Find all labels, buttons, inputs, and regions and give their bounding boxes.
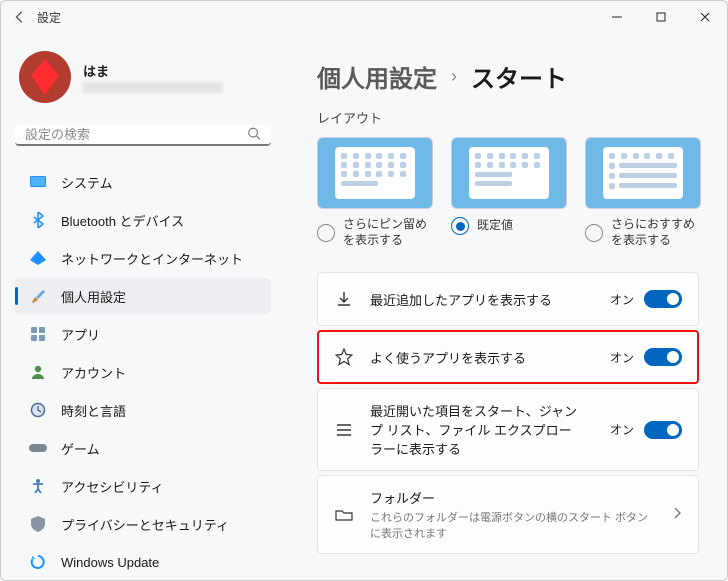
setting-folders[interactable]: フォルダーこれらのフォルダーは電源ボタンの横のスタート ボタンに表示されます (317, 475, 699, 554)
breadcrumb: 個人用設定 › スタート (317, 59, 699, 94)
setting-recent-items[interactable]: 最近開いた項目をスタート、ジャンプ リスト、ファイル エクスプローラーに表示する… (317, 388, 699, 471)
nav-label: システム (61, 173, 113, 192)
search-box[interactable] (15, 125, 271, 146)
settings-list: 最近追加したアプリを表示する オン よく使うアプリを表示する オン 最近開いた項… (317, 272, 699, 554)
nav-time[interactable]: 時刻と言語 (15, 392, 271, 428)
breadcrumb-parent[interactable]: 個人用設定 (317, 59, 437, 94)
folder-icon (334, 508, 354, 522)
layout-option-more-pins[interactable]: さらにピン留めを表示する (317, 137, 433, 248)
nav-bluetooth[interactable]: Bluetooth とデバイス (15, 202, 271, 238)
toggle[interactable] (644, 290, 682, 308)
minimize-button[interactable] (595, 2, 639, 32)
setting-title: よく使うアプリを表示する (370, 348, 594, 367)
setting-most-used[interactable]: よく使うアプリを表示する オン (317, 330, 699, 384)
nav-label: アクセシビリティ (61, 477, 164, 496)
toggle[interactable] (644, 348, 682, 366)
page-title: スタート (471, 59, 567, 94)
setting-sub: これらのフォルダーは電源ボタンの横のスタート ボタンに表示されます (370, 509, 656, 541)
radio-label: さらにピン留めを表示する (343, 217, 433, 248)
maximize-button[interactable] (639, 2, 683, 32)
layout-tile (585, 137, 701, 209)
section-layout-label: レイアウト (317, 108, 699, 127)
nav-label: 個人用設定 (61, 287, 126, 306)
gaming-icon (29, 439, 47, 457)
setting-recently-added[interactable]: 最近追加したアプリを表示する オン (317, 272, 699, 326)
radio-label: 既定値 (477, 218, 513, 234)
profile[interactable]: はま (15, 51, 271, 103)
radio[interactable] (585, 224, 603, 242)
chevron-right-icon: › (451, 66, 457, 87)
back-button[interactable] (13, 10, 27, 24)
nav-apps[interactable]: アプリ (15, 316, 271, 352)
toggle-state: オン (610, 421, 634, 438)
accessibility-icon (29, 477, 47, 495)
nav-system[interactable]: システム (15, 164, 271, 200)
search-input[interactable] (15, 125, 271, 144)
nav-label: プライバシーとセキュリティ (61, 515, 229, 534)
clock-icon (29, 401, 47, 419)
nav-label: 時刻と言語 (61, 401, 126, 420)
star-icon (334, 348, 354, 366)
profile-email (83, 82, 223, 93)
nav-label: Windows Update (61, 555, 159, 570)
nav-label: Bluetooth とデバイス (61, 211, 184, 230)
nav: システム Bluetooth とデバイス ネットワークとインターネット 個人用設… (15, 164, 271, 580)
toggle-state: オン (610, 349, 634, 366)
download-icon (334, 290, 354, 308)
nav-update[interactable]: Windows Update (15, 544, 271, 580)
avatar (19, 51, 71, 103)
layout-option-more-recs[interactable]: さらにおすすめを表示する (585, 137, 701, 248)
system-icon (29, 173, 47, 191)
nav-accessibility[interactable]: アクセシビリティ (15, 468, 271, 504)
content: 個人用設定 › スタート レイアウト さらにピン留めを表示する 既定値 さらにお… (281, 33, 727, 580)
nav-label: ネットワークとインターネット (61, 249, 243, 268)
nav-accounts[interactable]: アカウント (15, 354, 271, 390)
chevron-right-icon (672, 506, 682, 523)
radio[interactable] (451, 217, 469, 235)
toggle-state: オン (610, 291, 634, 308)
nav-privacy[interactable]: プライバシーとセキュリティ (15, 506, 271, 542)
window-title: 設定 (37, 9, 61, 26)
wifi-icon (29, 249, 47, 267)
nav-label: アプリ (61, 325, 100, 344)
sidebar: はま システム Bluetooth とデバイス ネットワークとインターネット 個… (1, 33, 281, 580)
search-icon (247, 126, 261, 143)
layout-option-default[interactable]: 既定値 (451, 137, 567, 248)
account-icon (29, 363, 47, 381)
setting-title: フォルダー (370, 488, 656, 507)
toggle[interactable] (644, 421, 682, 439)
layout-tile (317, 137, 433, 209)
nav-network[interactable]: ネットワークとインターネット (15, 240, 271, 276)
layout-options: さらにピン留めを表示する 既定値 さらにおすすめを表示する (317, 137, 699, 248)
brush-icon (29, 287, 47, 305)
apps-icon (29, 325, 47, 343)
update-icon (29, 553, 47, 571)
profile-name: はま (83, 61, 223, 80)
titlebar: 設定 (1, 1, 727, 33)
radio[interactable] (317, 224, 335, 242)
nav-gaming[interactable]: ゲーム (15, 430, 271, 466)
close-button[interactable] (683, 2, 727, 32)
nav-label: ゲーム (61, 439, 100, 458)
bluetooth-icon (29, 211, 47, 229)
radio-label: さらにおすすめを表示する (611, 217, 701, 248)
layout-tile (451, 137, 567, 209)
setting-title: 最近開いた項目をスタート、ジャンプ リスト、ファイル エクスプローラーに表示する (370, 401, 580, 458)
shield-icon (29, 515, 47, 533)
nav-personalization[interactable]: 個人用設定 (15, 278, 271, 314)
list-icon (334, 423, 354, 437)
nav-label: アカウント (61, 363, 126, 382)
setting-title: 最近追加したアプリを表示する (370, 290, 594, 309)
